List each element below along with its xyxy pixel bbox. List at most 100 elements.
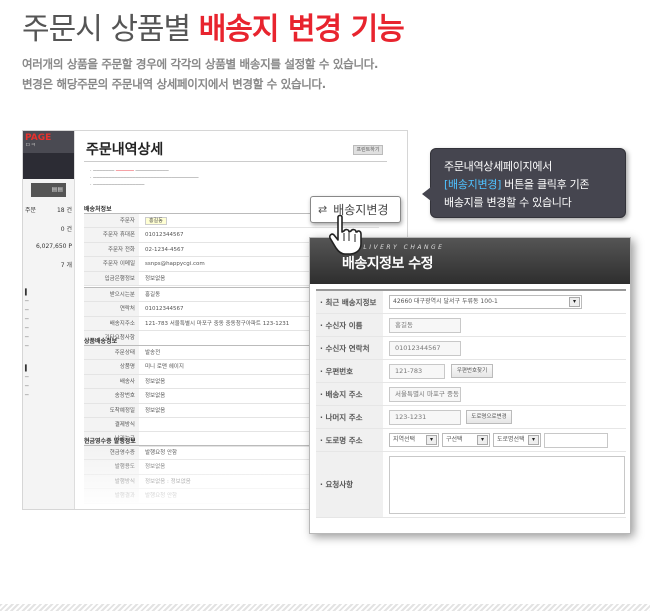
row-value: 121-783 서울특별시 마포구 중동 중동청구아파트 123-1231 — [145, 320, 290, 327]
sidebar-link[interactable]: ─ — [23, 315, 74, 324]
instruction-callout: 주문내역상세페이지에서 [배송지변경] 버튼을 클릭후 기존 배송지를 변경할 … — [422, 148, 626, 218]
phone-row: · 수신자 연락처 01012344567 — [316, 337, 626, 360]
row-value: 미니 로맨 헤이지 — [145, 364, 184, 371]
row-key: 주문상태 — [84, 346, 139, 360]
sidebar-stats: 주문 18 건 0 건 6,027,650 P 7 개 — [23, 203, 74, 271]
sidebar-stat: 7 개 — [23, 258, 74, 271]
row-key: 받으시는분 — [84, 288, 139, 302]
print-button[interactable]: 프린트하기 — [353, 145, 383, 155]
row-value: 02-1234-4567 — [145, 246, 184, 253]
memo-textarea[interactable] — [389, 456, 625, 514]
callout-highlight: [배송지변경] — [444, 178, 502, 191]
modal-title: 배송지정보 수정 — [342, 256, 434, 272]
row-value: 01012344567 — [145, 306, 184, 313]
sidebar-link[interactable]: ─ — [23, 342, 74, 351]
zip-row: · 우편번호 121-783 우편번호찾기 — [316, 360, 626, 383]
title-accent: 배송지 변경 기능 — [198, 12, 405, 47]
district-select[interactable]: 구선택 ▾ — [442, 433, 490, 447]
sidebar-link[interactable]: ─ — [23, 391, 74, 400]
name-label: · 수신자 이름 — [316, 314, 383, 336]
shop-logo: PAGE ㅁㅋ — [23, 131, 74, 153]
phone-input[interactable]: 01012344567 — [389, 341, 461, 356]
sidebar-link[interactable]: ─ — [23, 373, 74, 382]
road-address-label: · 도로명 주소 — [316, 429, 383, 451]
sidebar-stat: 0 건 — [23, 222, 74, 235]
road-address-input[interactable] — [544, 433, 608, 448]
address-row: · 배송지 주소 서울특별시 마포구 중동 — [316, 383, 626, 406]
notice-line: · ─────── ────── ─────────── — [90, 168, 169, 174]
callout-line-2: [배송지변경] 버튼을 클릭후 기존 — [444, 176, 590, 192]
address-input[interactable]: 서울특별시 마포구 중동 — [389, 387, 461, 402]
notice-line: · ─────────────────────────────────── — [90, 175, 199, 181]
road-name-select[interactable]: 도로명선택 ▾ — [493, 433, 541, 447]
memo-row: · 요청사항 — [316, 452, 626, 518]
sidebar-stat: 6,027,650 P — [23, 241, 74, 252]
row-key: 주문자 전화 — [84, 242, 139, 257]
row-value: 홍길동 — [145, 292, 161, 298]
row-key: 주문자 휴대폰 — [84, 228, 139, 242]
order-detail-heading: 주문내역상세 — [86, 142, 164, 158]
zip-search-button[interactable]: 우편번호찾기 — [451, 364, 493, 378]
zip-input[interactable]: 121-783 — [389, 364, 445, 379]
zip-label: · 우편번호 — [316, 360, 383, 382]
row-value-box: 홍길동 — [145, 217, 167, 225]
row-value: 정보없음 — [145, 407, 166, 414]
row-key: 배송사 — [84, 374, 139, 389]
chevron-down-icon: ▾ — [528, 435, 539, 445]
row-key: 연락처 — [84, 302, 139, 316]
row-key: 입금은행정보 — [84, 271, 139, 285]
chevron-down-icon: ▾ — [477, 435, 488, 445]
sidebar-link[interactable]: ─ — [23, 306, 74, 315]
recent-address-value: 42660 대구광역시 달서구 두류동 100-1 — [393, 298, 498, 305]
sidebar-link[interactable]: ─ — [23, 324, 74, 333]
swap-arrows-icon: ⇄ — [318, 203, 328, 216]
recent-address-select[interactable]: 42660 대구광역시 달서구 두류동 100-1 ▾ — [389, 295, 582, 309]
row-value: ssnps@happycgi.com — [145, 261, 205, 268]
detail-address-row: · 나머지 주소 123-1231 도로명으로변경 — [316, 406, 626, 429]
row-value: 01012344567 — [145, 232, 184, 239]
row-value — [139, 418, 145, 431]
delivery-edit-modal: DELIVERY CHANGE 배송지정보 수정 · 최근 배송지정보 4266… — [309, 237, 631, 534]
sidebar-link[interactable]: ─ — [23, 297, 74, 306]
page-title: 주문시 상품별 배송지 변경 기능 — [22, 4, 405, 48]
row-value: 정보없음 — [145, 393, 166, 400]
recent-address-row: · 최근 배송지정보 42660 대구광역시 달서구 두류동 100-1 ▾ — [316, 291, 626, 314]
title-plain: 주문시 상품별 — [22, 12, 191, 47]
row-value: 정보없음 — [145, 378, 166, 385]
row-key: 주문자 이메일 — [84, 257, 139, 271]
recent-address-label: · 최근 배송지정보 — [316, 291, 383, 313]
sidebar-stat-label: 주문 — [25, 207, 37, 214]
receipt-section: 현금영수증 발행정보 — [84, 438, 136, 445]
sidebar-stat: 주문 18 건 — [23, 203, 74, 216]
name-input[interactable]: 홍길동 — [389, 318, 461, 333]
bottom-dashed-border — [0, 604, 650, 611]
row-value — [139, 331, 145, 344]
road-address-row: · 도로명 주소 지역선택 ▾ 구선택 ▾ 도로명선택 ▾ — [316, 429, 626, 452]
region-select[interactable]: 지역선택 ▾ — [389, 433, 439, 447]
row-value — [139, 432, 145, 445]
sidebar-section: ▍ — [25, 289, 30, 296]
sidebar-stat-value: 7 개 — [60, 262, 72, 269]
pointer-hand-icon — [329, 214, 362, 255]
region-value: 지역선택 — [393, 436, 416, 443]
sidebar-link[interactable]: ─ — [23, 382, 74, 391]
row-value: 발송전 — [145, 350, 161, 356]
category-button[interactable]: ▤▤ — [31, 183, 66, 197]
shop-sidebar: PAGE ㅁㅋ ▤▤ 주문 18 건 0 건 6,027,650 P 7 개 ▍ ─ ─… — [23, 131, 75, 509]
row-key: 도착예정일 — [84, 403, 139, 417]
sidebar-section: ▍ — [25, 365, 30, 372]
delivery-form: · 최근 배송지정보 42660 대구광역시 달서구 두류동 100-1 ▾ ·… — [316, 289, 626, 518]
row-key: 주문자 — [84, 214, 139, 228]
district-value: 구선택 — [446, 436, 463, 443]
sidebar-link[interactable]: ─ — [23, 333, 74, 342]
notice-line: · ───────────────── — [90, 182, 145, 188]
sidebar-stat-value: 18 건 — [56, 207, 72, 214]
chevron-down-icon: ▾ — [569, 297, 580, 307]
sidebar-dark-band — [23, 153, 74, 179]
item-delivery-section: 상품배송정보 — [84, 338, 118, 345]
address-label: · 배송지 주소 — [316, 383, 383, 405]
detail-address-input[interactable]: 123-1231 — [389, 410, 461, 425]
modal-title-en: DELIVERY CHANGE — [350, 244, 445, 251]
road-address-button[interactable]: 도로명으로변경 — [466, 410, 512, 424]
delivery-info-section: 배송처정보 — [84, 206, 112, 213]
